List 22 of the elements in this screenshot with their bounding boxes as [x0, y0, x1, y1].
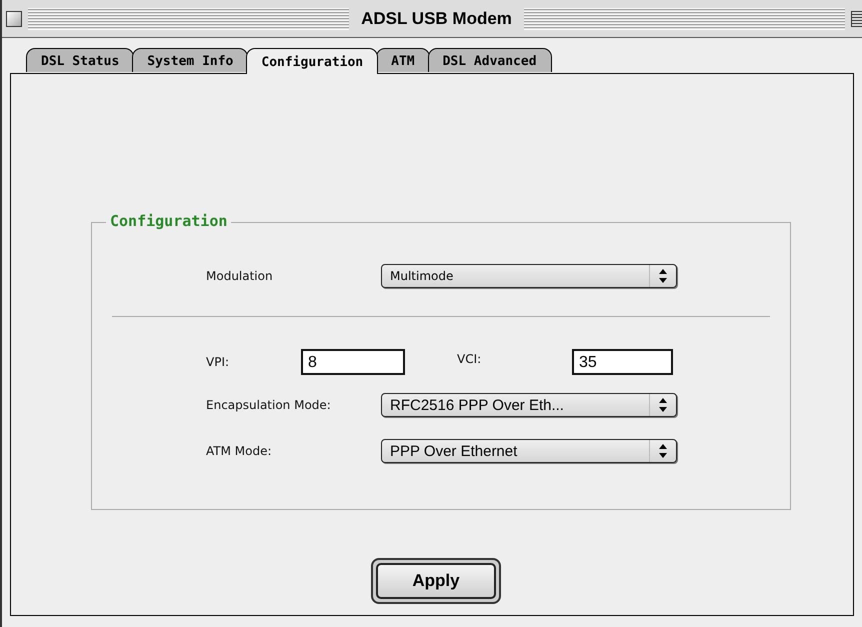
collapse-box-icon[interactable] [851, 10, 862, 26]
input-field[interactable]: 8 [301, 349, 405, 375]
tab[interactable]: System Info [132, 48, 248, 72]
field-label: Modulation [206, 269, 274, 283]
title-bar-stripes[interactable] [524, 8, 845, 30]
window-title: ADSL USB Modem [360, 8, 513, 28]
popup-menu[interactable]: Multimode [381, 264, 677, 288]
popup-menu[interactable]: PPP Over Ethernet [381, 439, 677, 463]
field-label: VPI: [206, 355, 230, 369]
group-title: Configuration [106, 212, 232, 230]
field-label: ATM Mode: [206, 444, 273, 458]
field-label: VCI: [457, 352, 482, 366]
tab[interactable]: Configuration [246, 48, 378, 74]
popup-menu[interactable]: RFC2516 PPP Over Eth... [381, 393, 677, 417]
tab[interactable]: DSL Status [26, 48, 134, 72]
tab[interactable]: ATM [376, 48, 430, 72]
close-box-icon[interactable] [6, 10, 22, 26]
title-bar-stripes[interactable] [28, 8, 350, 30]
apply-button[interactable]: Apply [371, 558, 501, 604]
field-label: Encapsulation Mode: [206, 398, 332, 412]
input-field[interactable]: 35 [572, 349, 673, 375]
tab[interactable]: DSL Advanced [428, 48, 552, 72]
